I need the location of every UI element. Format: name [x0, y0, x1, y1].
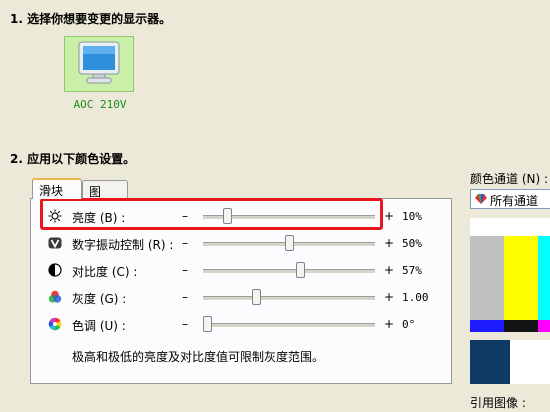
all-channels-icon: [475, 194, 487, 204]
step2-title: 2. 应用以下颜色设置。: [10, 152, 136, 166]
brightness-highlight-box: [40, 198, 383, 230]
hue-icon: [48, 317, 62, 331]
monitor-icon: [78, 41, 120, 84]
slider-increase[interactable]: +: [384, 236, 394, 250]
slider-value: 50%: [402, 237, 422, 250]
slider-label: 色调 (U) :: [72, 319, 126, 333]
test-pattern-bars: [470, 218, 550, 334]
slider-thumb[interactable]: [296, 262, 305, 278]
slider-value: 0°: [402, 318, 416, 331]
slider-label: 数字振动控制 (R) :: [72, 238, 174, 252]
slider-decrease[interactable]: –: [182, 236, 188, 250]
slider-increase[interactable]: +: [384, 290, 394, 304]
color-channel-value: 所有通道: [490, 194, 539, 208]
slider-value: 1.00: [402, 291, 429, 304]
slider-track[interactable]: [203, 269, 375, 274]
slider-value: 57%: [402, 264, 422, 277]
monitor-tile[interactable]: [64, 36, 134, 92]
slider-increase[interactable]: +: [384, 263, 394, 277]
slider-thumb[interactable]: [285, 235, 294, 251]
monitor-label: AOC 210V: [73, 98, 127, 111]
range-note: 极高和极低的亮度及对比度值可限制灰度范围。: [72, 350, 325, 364]
slider-thumb[interactable]: [252, 289, 261, 305]
slider-label: 灰度 (G) :: [72, 292, 127, 306]
slider-track[interactable]: [203, 323, 375, 328]
contrast-icon: [48, 263, 62, 277]
tab-image[interactable]: 图: [82, 180, 128, 199]
slider-thumb[interactable]: [203, 316, 212, 332]
gamma-icon: [48, 290, 62, 303]
reference-image-label: 引用图像 :: [470, 396, 526, 410]
slider-increase[interactable]: +: [384, 209, 394, 223]
slider-label: 对比度 (C) :: [72, 265, 138, 279]
tab-sliders[interactable]: 滑块: [32, 178, 82, 199]
reference-image: [470, 340, 550, 384]
slider-decrease[interactable]: –: [182, 317, 188, 331]
slider-track[interactable]: [203, 296, 375, 301]
slider-decrease[interactable]: –: [182, 263, 188, 277]
slider-value: 10%: [402, 210, 422, 223]
slider-increase[interactable]: +: [384, 317, 394, 331]
color-channel-label: 颜色通道 (N) :: [470, 172, 549, 186]
digital-vibrance-icon: [48, 237, 62, 249]
step1-title: 1. 选择你想要变更的显示器。: [10, 12, 172, 26]
slider-decrease[interactable]: –: [182, 290, 188, 304]
